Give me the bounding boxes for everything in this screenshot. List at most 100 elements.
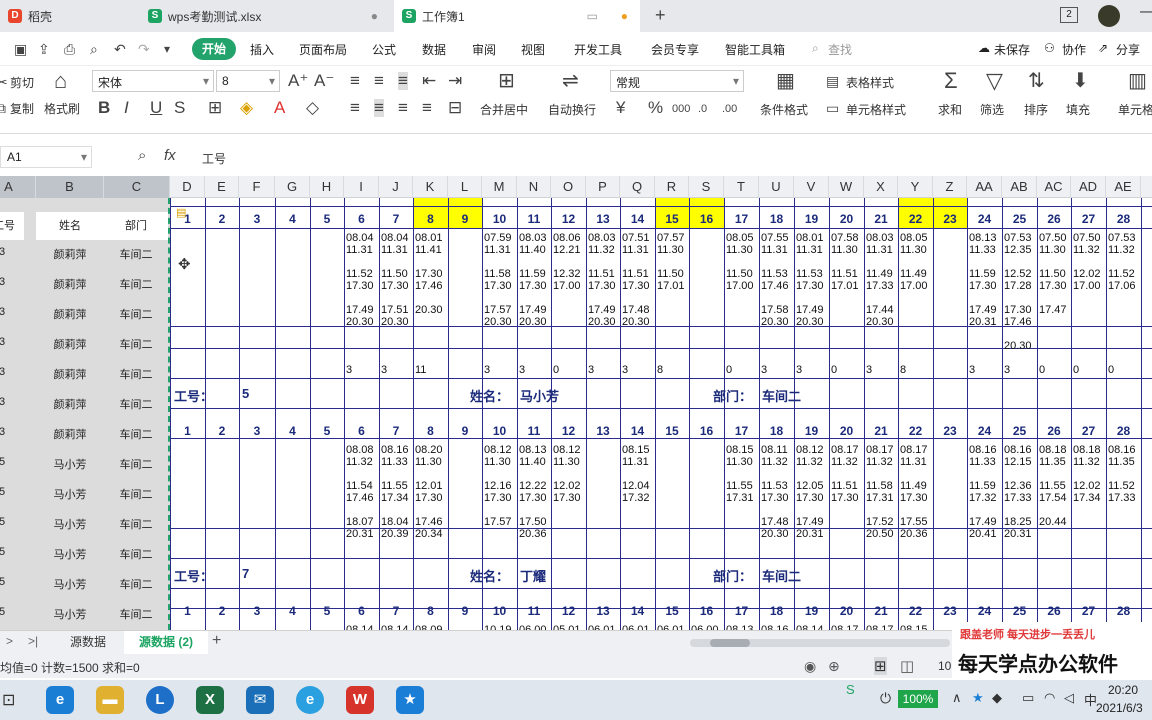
underline-icon[interactable]: U bbox=[150, 99, 162, 117]
b3-day-17[interactable]: 17 bbox=[724, 604, 759, 618]
column-header-v[interactable]: V bbox=[794, 176, 829, 198]
b1-time-cell[interactable]: 07.53 12.35 12.52 17.28 17.30 17.46 20.3… bbox=[1004, 232, 1037, 352]
wps-tray-icon[interactable]: S bbox=[846, 682, 855, 697]
frozen-id-cell[interactable]: 5 bbox=[0, 546, 20, 558]
align-right-icon[interactable]: ≡ bbox=[398, 99, 408, 117]
b2-time-cell[interactable]: 08.17 11.32 11.51 17.30 bbox=[831, 444, 864, 504]
spreadsheet-grid[interactable]: ABCDEFGHIJKLMNOPQRSTUVWXYZAAABACADAE 工号姓… bbox=[0, 176, 1152, 630]
b3-day-4[interactable]: 4 bbox=[275, 604, 310, 618]
tab-daoke[interactable]: D 稻壳 bbox=[0, 0, 136, 32]
frozen-id-cell[interactable]: 3 bbox=[0, 336, 20, 348]
frozen-name-cell[interactable]: 颜莉萍 bbox=[36, 306, 104, 322]
b2-day-21[interactable]: 21 bbox=[864, 424, 898, 438]
preview-icon[interactable]: ⌕ bbox=[90, 40, 98, 58]
b3-day-28[interactable]: 28 bbox=[1106, 604, 1141, 618]
column-header-d[interactable]: D bbox=[170, 176, 205, 198]
clock-time[interactable]: 20:20 bbox=[1108, 683, 1138, 697]
b1-count-cell[interactable]: 3 bbox=[969, 364, 975, 376]
b2-day-2[interactable]: 2 bbox=[205, 424, 239, 438]
b3-day-22[interactable]: 22 bbox=[898, 604, 933, 618]
b3-day-18[interactable]: 18 bbox=[759, 604, 794, 618]
column-header-m[interactable]: M bbox=[482, 176, 517, 198]
ie-icon[interactable]: e bbox=[296, 686, 324, 714]
b3-day-12[interactable]: 12 bbox=[551, 604, 586, 618]
column-header-o[interactable]: O bbox=[551, 176, 586, 198]
frozen-name-cell[interactable]: 颜莉萍 bbox=[36, 276, 104, 292]
align-left-icon[interactable]: ≡ bbox=[350, 99, 360, 117]
b3-day-7[interactable]: 7 bbox=[379, 604, 413, 618]
decimal-decrease-icon[interactable]: .00 bbox=[722, 100, 737, 118]
battery-indicator[interactable]: 100% bbox=[898, 690, 938, 708]
conditional-format-button[interactable]: 条件格式 bbox=[760, 101, 808, 118]
sum-icon[interactable]: Σ bbox=[944, 70, 958, 92]
table-style-button[interactable]: 表格样式 bbox=[846, 74, 894, 91]
decimal-increase-icon[interactable]: .0 bbox=[698, 100, 707, 118]
b3-day-25[interactable]: 25 bbox=[1002, 604, 1037, 618]
column-header-ab[interactable]: AB bbox=[1002, 176, 1037, 198]
b1-time-cell[interactable]: 07.53 11.32 11.52 17.06 bbox=[1108, 232, 1141, 292]
horizontal-scrollbar[interactable] bbox=[690, 639, 950, 647]
column-header-f[interactable]: F bbox=[239, 176, 275, 198]
b2-time-cell[interactable]: 08.16 11.33 11.59 17.32 17.49 20.41 bbox=[969, 444, 1002, 540]
b2-day-19[interactable]: 19 bbox=[794, 424, 829, 438]
cut-button[interactable]: 剪切 bbox=[10, 74, 34, 91]
zoom-icon[interactable]: ⌕ bbox=[138, 147, 146, 164]
column-header-k[interactable]: K bbox=[413, 176, 448, 198]
frozen-id-cell[interactable]: 3 bbox=[0, 246, 20, 258]
save-icon[interactable]: ▣ bbox=[14, 40, 27, 58]
b1-day-9[interactable]: 9 bbox=[448, 212, 482, 226]
b1-day-15[interactable]: 15 bbox=[655, 212, 689, 226]
tab-workbook1[interactable]: S 工作簿1 ▭ ● bbox=[394, 0, 640, 32]
percent-icon[interactable]: % bbox=[648, 99, 663, 117]
b1-day-7[interactable]: 7 bbox=[379, 212, 413, 226]
chevron-down-icon[interactable]: ▾ bbox=[164, 40, 170, 58]
frozen-name-cell[interactable]: 马小芳 bbox=[36, 456, 104, 472]
border-icon[interactable]: ⊞ bbox=[208, 99, 222, 117]
menu-smart-toolbox[interactable]: 智能工具箱 bbox=[725, 41, 785, 58]
b2-day-18[interactable]: 18 bbox=[759, 424, 794, 438]
minimize-icon[interactable]: — bbox=[1140, 3, 1152, 21]
b3-day-13[interactable]: 13 bbox=[586, 604, 620, 618]
menu-formula[interactable]: 公式 bbox=[372, 41, 396, 58]
b3-day-2[interactable]: 2 bbox=[205, 604, 239, 618]
frozen-header-dept[interactable]: 部门 bbox=[104, 212, 168, 240]
b3-name-value[interactable]: 丁耀 bbox=[520, 566, 546, 585]
b2-time-cell[interactable]: 08.11 11.32 11.53 17.30 17.48 20.30 bbox=[761, 444, 794, 540]
b2-time-cell[interactable]: 08.20 11.30 12.01 17.30 17.46 20.34 bbox=[415, 444, 448, 540]
b2-time-cell[interactable]: 08.17 11.32 11.58 17.31 17.52 20.50 bbox=[866, 444, 898, 540]
frozen-dept-cell[interactable]: 车间二 bbox=[104, 396, 168, 412]
b2-time-cell[interactable]: 08.13 11.40 12.22 17.30 17.50 20.36 bbox=[519, 444, 551, 540]
b2-day-12[interactable]: 12 bbox=[551, 424, 586, 438]
b2-day-15[interactable]: 15 bbox=[655, 424, 689, 438]
window-count-badge[interactable]: 2 bbox=[1060, 7, 1078, 23]
b1-time-cell[interactable]: 08.03 11.40 11.59 17.30 17.49 20.30 bbox=[519, 232, 551, 328]
b1-day-25[interactable]: 25 bbox=[1002, 212, 1037, 226]
b1-day-11[interactable]: 11 bbox=[517, 212, 551, 226]
frozen-name-cell[interactable]: 马小芳 bbox=[36, 546, 104, 562]
b1-time-cell[interactable]: 07.55 11.31 11.53 17.46 17.58 20.30 bbox=[761, 232, 794, 328]
sum-button[interactable]: 求和 bbox=[938, 101, 962, 118]
menu-member[interactable]: 会员专享 bbox=[651, 41, 699, 58]
b1-time-cell[interactable]: 08.03 11.31 11.49 17.33 17.44 20.30 bbox=[866, 232, 898, 328]
column-header-b[interactable]: B bbox=[36, 176, 104, 198]
collab-button[interactable]: 协作 bbox=[1062, 41, 1086, 58]
frozen-dept-cell[interactable]: 车间二 bbox=[104, 546, 168, 562]
b3-day-6[interactable]: 6 bbox=[344, 604, 379, 618]
b1-day-23[interactable]: 23 bbox=[933, 212, 967, 226]
b2-time-cell[interactable]: 08.15 11.31 12.04 17.32 bbox=[622, 444, 655, 504]
b1-day-10[interactable]: 10 bbox=[482, 212, 517, 226]
column-header-r[interactable]: R bbox=[655, 176, 689, 198]
b1-count-cell[interactable]: 3 bbox=[484, 364, 490, 376]
b1-count-cell[interactable]: 0 bbox=[726, 364, 732, 376]
redo-icon[interactable]: ↷ bbox=[138, 40, 150, 58]
b1-time-cell[interactable]: 08.05 11.30 11.49 17.00 bbox=[900, 232, 933, 292]
justify-icon[interactable]: ≡ bbox=[422, 99, 432, 117]
b1-time-cell[interactable]: 08.06 12.21 12.32 17.00 bbox=[553, 232, 586, 292]
b1-day-22[interactable]: 22 bbox=[898, 212, 933, 226]
menu-page-layout[interactable]: 页面布局 bbox=[299, 41, 347, 58]
frozen-dept-cell[interactable]: 车间二 bbox=[104, 516, 168, 532]
b3-day-11[interactable]: 11 bbox=[517, 604, 551, 618]
b1-time-cell[interactable]: 07.58 11.30 11.51 17.01 bbox=[831, 232, 864, 292]
undo-icon[interactable]: ↶ bbox=[114, 40, 126, 58]
b2-day-24[interactable]: 24 bbox=[967, 424, 1002, 438]
